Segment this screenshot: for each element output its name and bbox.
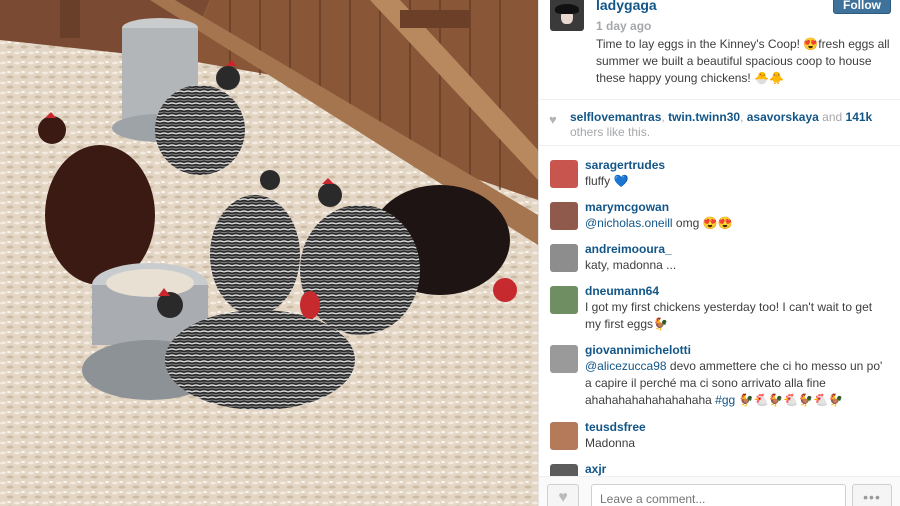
post-sidebar: ladygaga 1 day ago Follow Time to lay eg… <box>538 0 900 506</box>
liker-username[interactable]: asavorskaya <box>747 110 819 124</box>
commenter-avatar[interactable] <box>550 286 578 314</box>
commenter-username[interactable]: teusdsfree <box>585 420 646 434</box>
chicken-coop-image <box>0 0 538 506</box>
comment-mention[interactable]: @nicholas.oneill <box>585 216 673 230</box>
likes-summary: ♥ selflovemantras, twin.twinn30, asavors… <box>539 100 900 146</box>
heart-icon: ♥ <box>549 112 557 127</box>
comment-input[interactable] <box>591 484 846 506</box>
comment-text: Madonna <box>585 436 636 450</box>
heart-icon: ♥ <box>558 489 568 506</box>
commenter-username[interactable]: saragertrudes <box>585 158 665 172</box>
post-caption: Time to lay eggs in the Kinney's Coop! 😍… <box>596 37 890 85</box>
comment-emoji: 🐓🐔🐓🐔🐓🐔🐓 <box>738 393 844 407</box>
comment-text: @nicholas.oneill omg 😍😍 <box>585 215 890 232</box>
post-photo[interactable] <box>0 0 538 506</box>
likes-and-text: and <box>818 110 846 124</box>
comment-footer: ♥ ••• <box>539 476 900 506</box>
comment-text: @alicezucca98 devo ammettere che ci ho m… <box>585 358 890 409</box>
follow-button[interactable]: Follow <box>833 0 891 14</box>
commenter-avatar[interactable] <box>550 422 578 450</box>
commenter-avatar[interactable] <box>550 464 578 476</box>
likes-separator: , <box>740 110 747 124</box>
commenter-avatar[interactable] <box>550 160 578 188</box>
liker-username[interactable]: selflovemantras <box>570 110 661 124</box>
comments-list[interactable]: saragertrudes fluffy 💙 marymcgowan @nich… <box>539 150 900 476</box>
author-username[interactable]: ladygaga <box>596 0 657 13</box>
commenter-username[interactable]: axjr <box>585 462 606 476</box>
commenter-username[interactable]: marymcgowan <box>585 200 669 214</box>
likes-suffix: others like this. <box>570 125 651 139</box>
commenter-avatar[interactable] <box>550 244 578 272</box>
commenter-avatar[interactable] <box>550 345 578 373</box>
comment-mention[interactable]: @alicezucca98 <box>585 359 667 373</box>
comment-text: katy, madonna ... <box>585 258 677 272</box>
author-avatar[interactable] <box>550 0 584 31</box>
likes-count[interactable]: 141k <box>846 110 873 124</box>
commenter-username[interactable]: dneumann64 <box>585 284 659 298</box>
like-button[interactable]: ♥ <box>547 484 579 506</box>
commenter-username[interactable]: giovannimichelotti <box>585 343 691 357</box>
post-timestamp[interactable]: 1 day ago <box>596 19 651 33</box>
comment-text: I got my first chickens yesterday too! I… <box>585 300 873 331</box>
instagram-post-view: ladygaga 1 day ago Follow Time to lay eg… <box>0 0 900 506</box>
comment-text: fluffy 💙 <box>585 174 629 188</box>
commenter-avatar[interactable] <box>550 202 578 230</box>
comment-hashtag[interactable]: #gg <box>715 393 735 407</box>
more-options-button[interactable]: ••• <box>852 484 892 506</box>
liker-username[interactable]: twin.twinn30 <box>668 110 740 124</box>
comment-body: omg 😍😍 <box>672 216 733 230</box>
commenter-username[interactable]: andreimooura_ <box>585 242 672 256</box>
post-header: ladygaga 1 day ago Follow Time to lay eg… <box>539 0 900 100</box>
